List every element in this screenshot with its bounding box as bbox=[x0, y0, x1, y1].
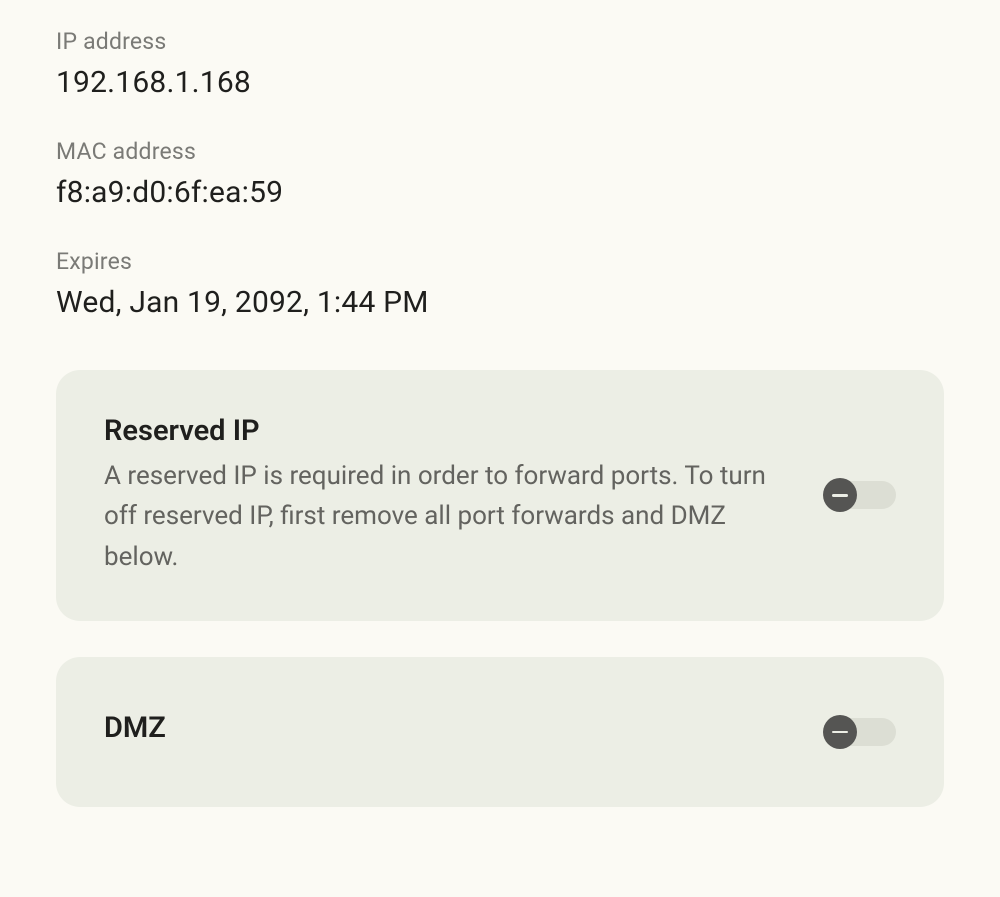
reserved-ip-toggle[interactable] bbox=[824, 481, 896, 509]
mac-address-label: MAC address bbox=[56, 138, 944, 165]
ip-address-field: IP address 192.168.1.168 bbox=[56, 28, 944, 100]
dmz-text: DMZ bbox=[104, 711, 824, 753]
ip-address-value: 192.168.1.168 bbox=[56, 65, 944, 100]
dmz-title: DMZ bbox=[104, 711, 800, 745]
minus-icon bbox=[823, 478, 857, 512]
mac-address-field: MAC address f8:a9:d0:6f:ea:59 bbox=[56, 138, 944, 210]
toggle-track bbox=[824, 481, 896, 509]
reserved-ip-title: Reserved IP bbox=[104, 414, 800, 448]
expires-value: Wed, Jan 19, 2092, 1:44 PM bbox=[56, 285, 944, 320]
minus-icon bbox=[823, 715, 857, 749]
reserved-ip-card: Reserved IP A reserved IP is required in… bbox=[56, 370, 944, 621]
ip-address-label: IP address bbox=[56, 28, 944, 55]
expires-label: Expires bbox=[56, 248, 944, 275]
expires-field: Expires Wed, Jan 19, 2092, 1:44 PM bbox=[56, 248, 944, 320]
dmz-toggle[interactable] bbox=[824, 718, 896, 746]
reserved-ip-description: A reserved IP is required in order to fo… bbox=[104, 456, 800, 577]
dmz-card: DMZ bbox=[56, 657, 944, 807]
reserved-ip-text: Reserved IP A reserved IP is required in… bbox=[104, 414, 824, 577]
toggle-track bbox=[824, 718, 896, 746]
mac-address-value: f8:a9:d0:6f:ea:59 bbox=[56, 175, 944, 210]
